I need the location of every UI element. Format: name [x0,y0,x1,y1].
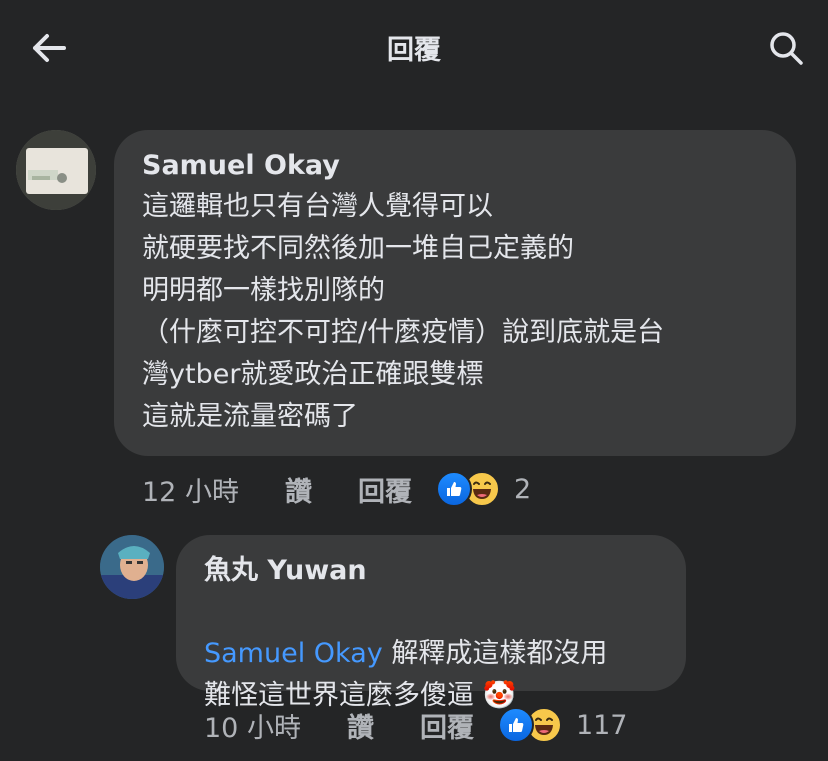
comment-bubble: 魚丸 Yuwan Samuel Okay 解釋成這樣都沒用 難怪這世界這麼多傻逼… [176,535,686,711]
comment-text-part: 解釋成這樣都沒用 [382,638,608,669]
reaction-count[interactable]: 117 [576,710,628,741]
avatar-photo [100,535,164,599]
like-icon [497,707,534,743]
search-icon [770,32,803,65]
like-icon [435,471,472,507]
comment-actions: 12 小時 讚 回覆 2 [142,469,531,509]
comment-actions: 10 小時 讚 回覆 117 [204,705,628,745]
reactions[interactable] [435,471,500,507]
search-button[interactable] [764,26,808,70]
comment-author[interactable]: 魚丸 Yuwan [204,553,674,589]
avatar[interactable] [100,535,164,599]
mention-link[interactable]: Samuel Okay [204,638,383,669]
comment-timestamp[interactable]: 12 小時 [142,470,239,509]
page-title: 回覆 [387,35,441,66]
comment-text: 這邏輯也只有台灣人覺得可以 就硬要找不同然後加一堆自己定義的 明明都一樣找別隊的… [142,191,665,432]
avatar-photo [16,130,96,210]
comment-author[interactable]: Samuel Okay [142,148,664,184]
avatar[interactable] [16,130,96,210]
reply-button[interactable]: 回覆 [358,470,412,509]
reactions[interactable] [497,707,562,743]
like-button[interactable]: 讚 [347,706,374,745]
comment-timestamp[interactable]: 10 小時 [204,706,301,745]
reply-button[interactable]: 回覆 [420,706,474,745]
top-bar: 回覆 [0,0,828,96]
reaction-count[interactable]: 2 [514,474,531,505]
like-button[interactable]: 讚 [285,470,312,509]
comment-bubble: Samuel Okay 這邏輯也只有台灣人覺得可以 就硬要找不同然後加一堆自己定… [114,130,796,456]
